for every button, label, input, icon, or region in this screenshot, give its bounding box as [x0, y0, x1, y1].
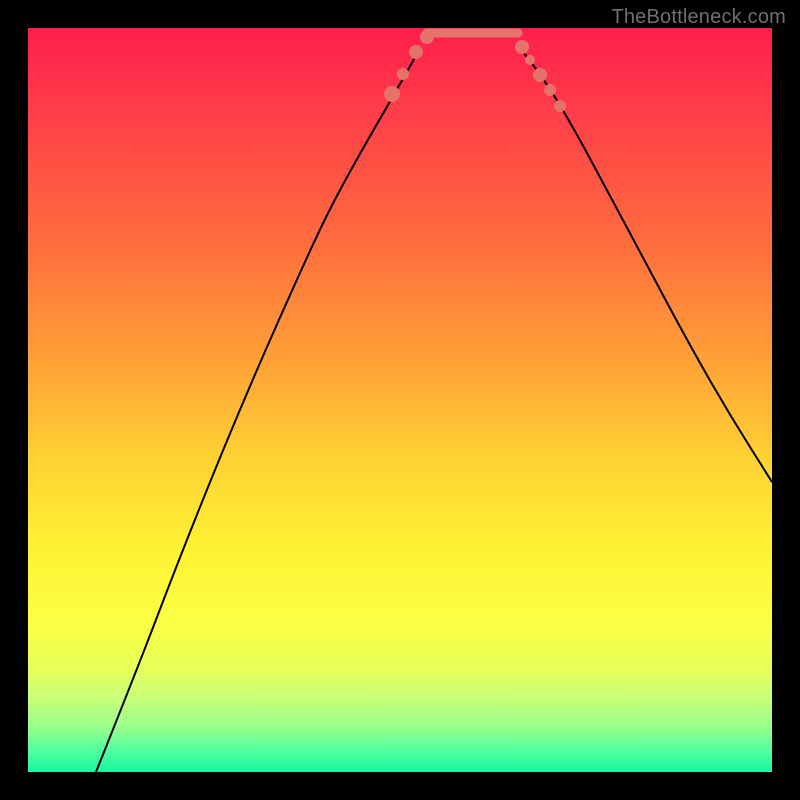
marker-dot	[409, 45, 423, 59]
marker-dot	[544, 84, 556, 96]
right-curve-path	[523, 52, 772, 482]
plot-area	[28, 28, 772, 772]
marker-dot	[554, 100, 566, 112]
chart-frame: TheBottleneck.com	[0, 0, 800, 800]
curve-svg	[28, 28, 772, 772]
left-curve-path	[96, 52, 418, 772]
marker-dot	[533, 68, 547, 82]
marker-dot	[397, 68, 409, 80]
marker-dot	[525, 55, 535, 65]
marker-dot	[384, 86, 400, 102]
watermark-text: TheBottleneck.com	[611, 6, 786, 29]
marker-dot	[420, 30, 434, 44]
marker-dot	[515, 40, 529, 54]
marker-group	[384, 30, 566, 112]
